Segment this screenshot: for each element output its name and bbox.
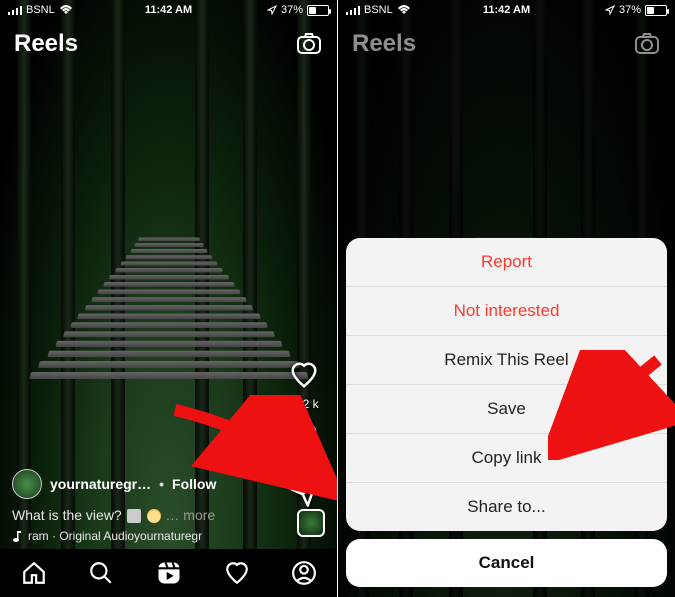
sheet-item-remix[interactable]: Remix This Reel: [346, 336, 667, 385]
emoji-placeholder-icon: [127, 509, 141, 523]
battery-pct-label: 37%: [281, 4, 303, 16]
home-icon: [21, 560, 47, 586]
phone-right: BSNL 11:42 AM 37% Reels Report Not inter…: [338, 0, 675, 597]
location-arrow-icon: [267, 5, 277, 15]
comment-icon: [289, 419, 319, 449]
action-sheet-group: Report Not interested Remix This Reel Sa…: [346, 238, 667, 531]
search-icon: [88, 560, 114, 586]
comment-button[interactable]: 2,922: [289, 419, 319, 470]
heart-outline-icon: [224, 560, 250, 586]
sheet-item-share-to[interactable]: Share to...: [346, 483, 667, 531]
camera-icon[interactable]: [295, 30, 323, 58]
tab-bar: [0, 549, 337, 597]
author-row[interactable]: yournaturegr… • Follow: [12, 469, 325, 499]
follow-button[interactable]: Follow: [172, 476, 216, 492]
status-bar: BSNL 11:42 AM 37%: [0, 0, 337, 18]
tab-search[interactable]: [88, 560, 114, 586]
profile-icon: [291, 560, 317, 586]
battery-icon: [307, 5, 329, 16]
separator-dot: •: [159, 476, 164, 492]
page-title: Reels: [14, 30, 78, 58]
tab-profile[interactable]: [291, 560, 317, 586]
sheet-item-not-interested[interactable]: Not interested: [346, 287, 667, 336]
audio-thumbnail[interactable]: [297, 509, 325, 537]
avatar[interactable]: [12, 469, 42, 499]
reels-header: Reels: [0, 24, 337, 64]
phone-left: BSNL 11:42 AM 37% Reels 882 k 2,922 •••: [0, 0, 337, 597]
sheet-item-copy-link[interactable]: Copy link: [346, 434, 667, 483]
caption[interactable]: What is the view? … more: [12, 507, 325, 523]
like-button[interactable]: 882 k: [289, 360, 319, 411]
audio-label: ram · Original Audioyournaturegr: [28, 529, 202, 543]
reel-meta: yournaturegr… • Follow What is the view?…: [12, 469, 325, 543]
reels-icon: [155, 559, 183, 587]
audio-note-icon: [12, 530, 22, 542]
relieved-face-emoji-icon: [147, 509, 161, 523]
username-label[interactable]: yournaturegr…: [50, 476, 151, 492]
heart-icon: [289, 360, 319, 390]
caption-text: What is the view?: [12, 507, 122, 523]
wifi-icon: [59, 5, 73, 15]
sheet-item-save[interactable]: Save: [346, 385, 667, 434]
signal-bars-icon: [8, 5, 22, 15]
tab-reels[interactable]: [155, 559, 183, 587]
sheet-item-report[interactable]: Report: [346, 238, 667, 287]
clock-label: 11:42 AM: [115, 4, 222, 16]
like-count: 882 k: [289, 397, 319, 411]
audio-row[interactable]: ram · Original Audioyournaturegr: [12, 529, 325, 543]
tab-activity[interactable]: [224, 560, 250, 586]
tab-home[interactable]: [21, 560, 47, 586]
caption-more[interactable]: … more: [165, 507, 215, 523]
action-sheet: Report Not interested Remix This Reel Sa…: [346, 238, 667, 587]
carrier-label: BSNL: [26, 4, 55, 16]
sheet-cancel-button[interactable]: Cancel: [346, 539, 667, 587]
